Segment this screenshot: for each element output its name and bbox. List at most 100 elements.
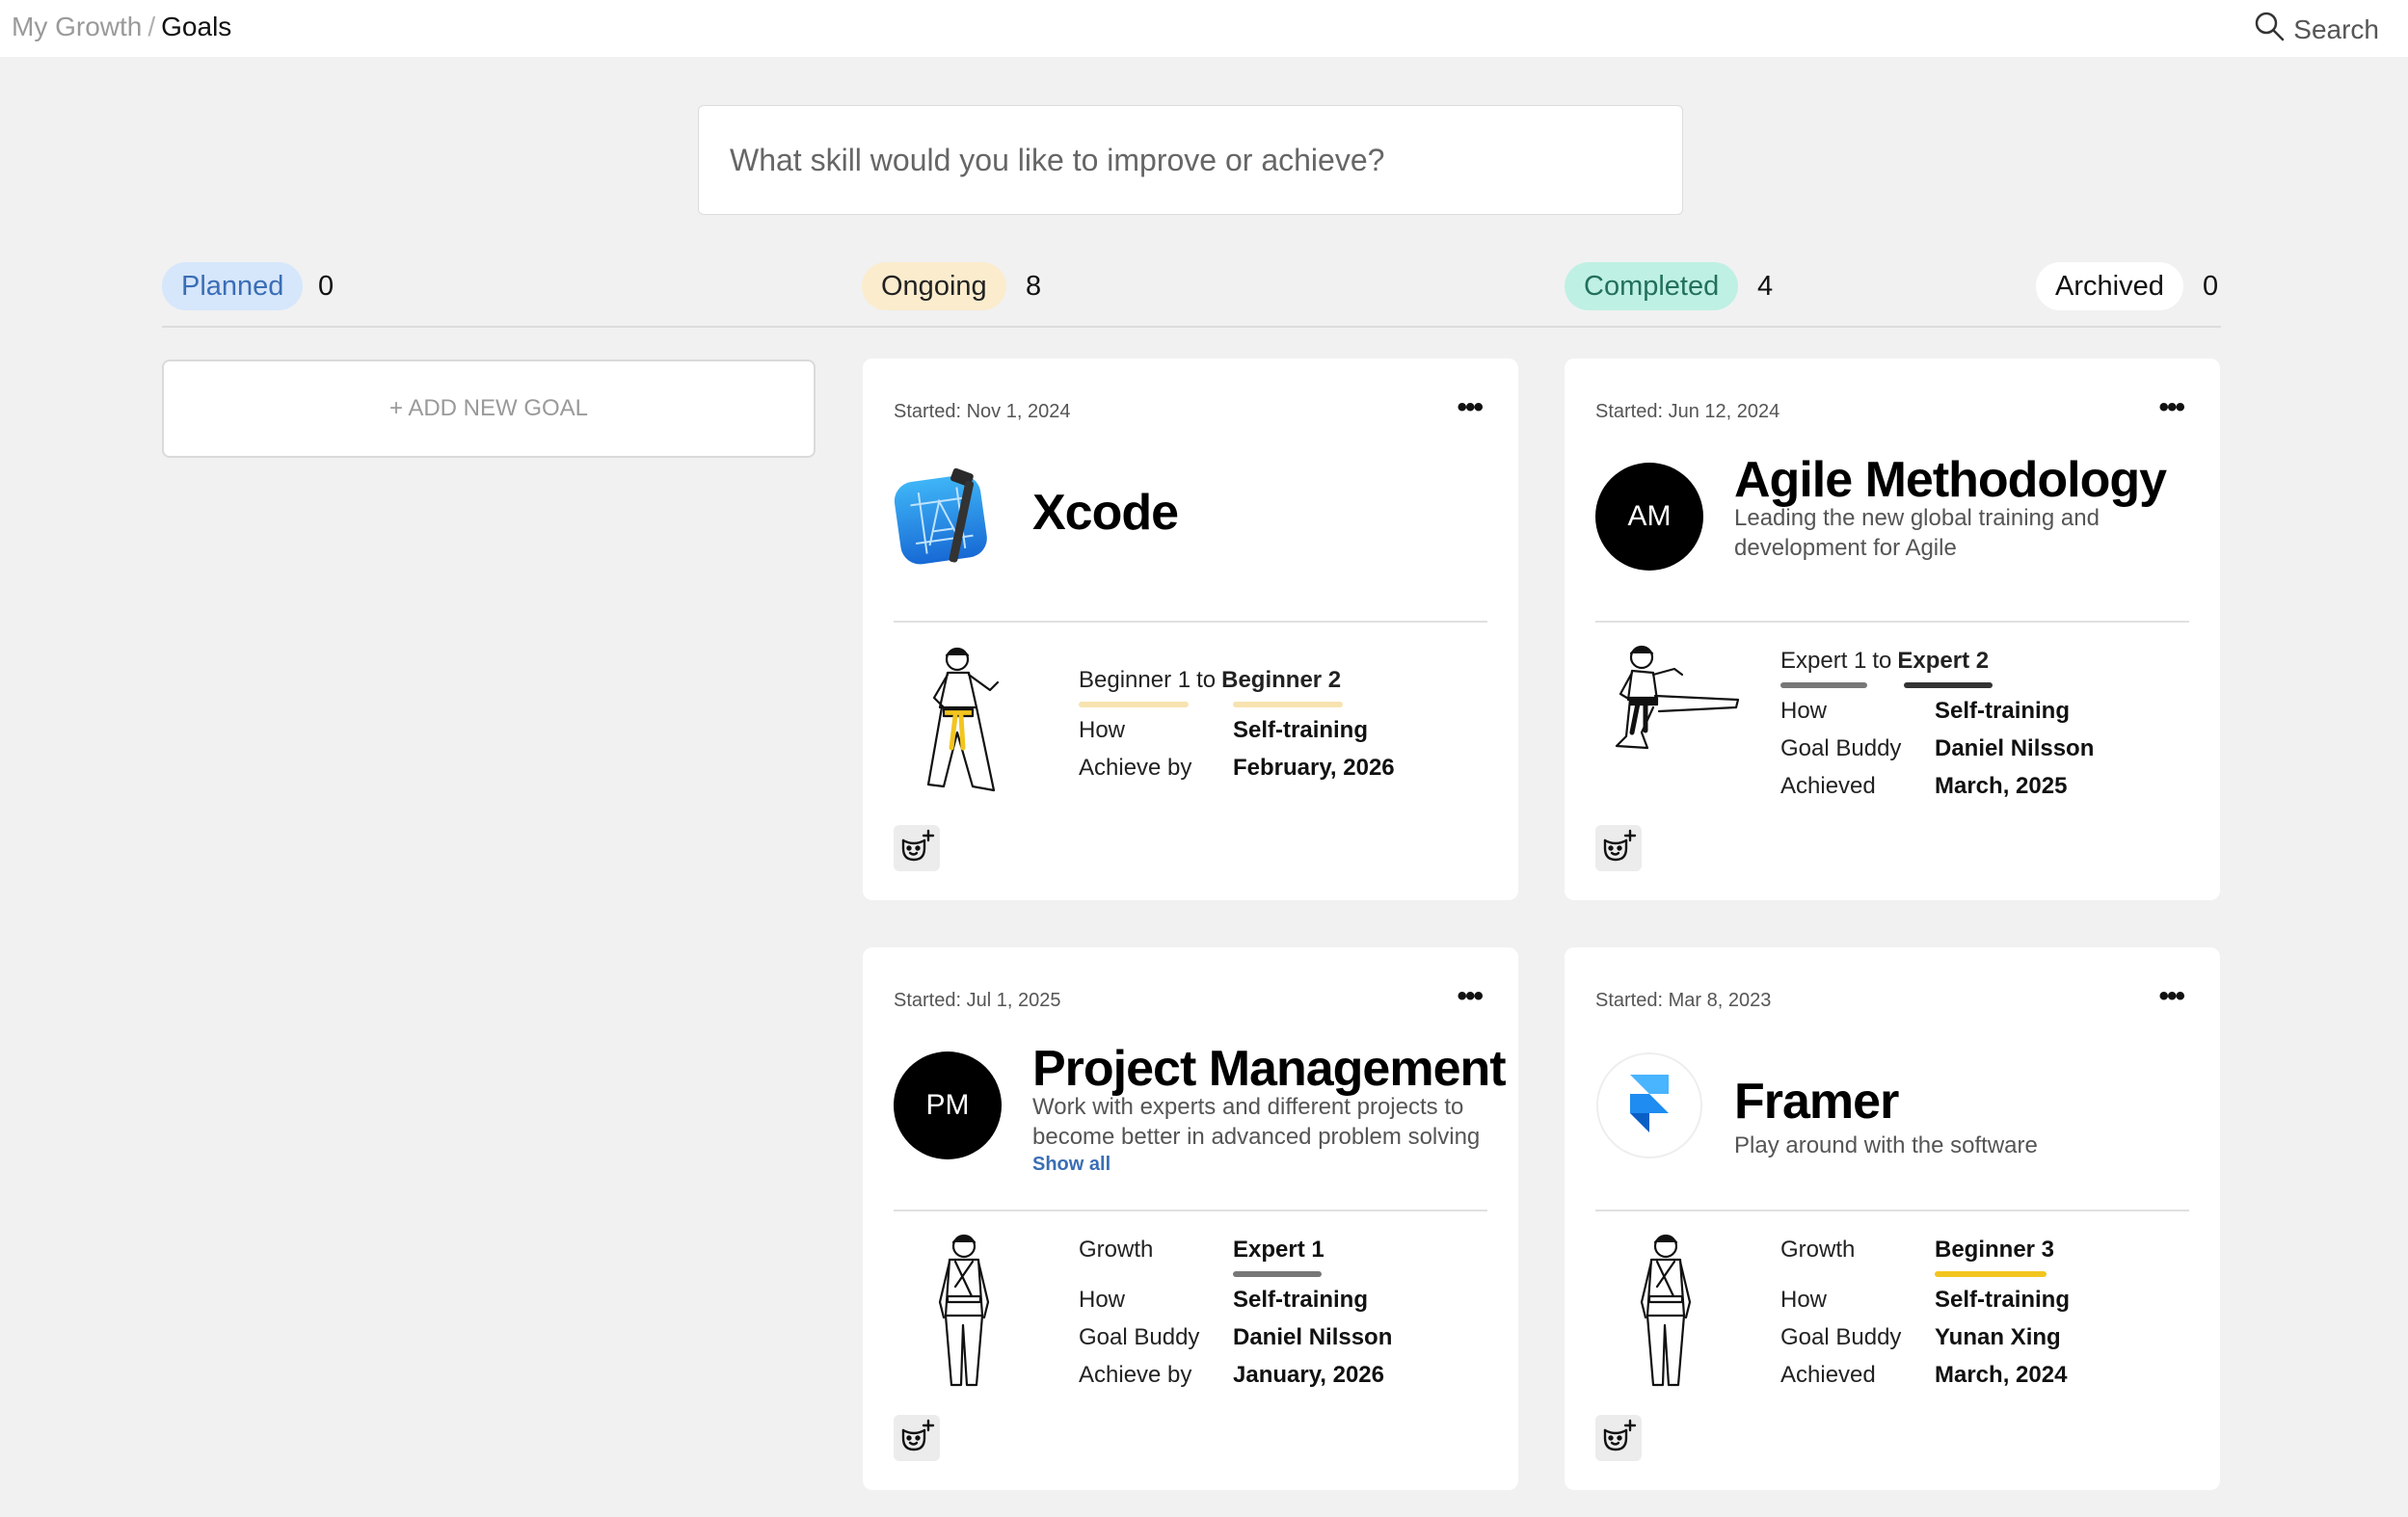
add-buddy-icon [897,827,936,870]
detail-row: Achieve by January, 2026 [1079,1362,1499,1391]
detail-row: Achieved March, 2025 [1780,773,2201,802]
detail-label: Achieve by [1079,755,1192,781]
growth-label: Growth [1079,1237,1154,1263]
growth-bar [1935,1271,2047,1277]
tab-archived[interactable]: Archived [2036,262,2183,310]
goal-title: Xcode [1032,485,1179,541]
started-date: Started: Mar 8, 2023 [1595,990,1772,1011]
card-divider [1595,1210,2189,1211]
status-tabs: Planned 0 Ongoing 8 Completed 4 Archived… [162,262,2221,328]
goal-header: Xcode [894,463,1487,605]
detail-value: March, 2025 [1935,773,2068,799]
detail-value: Self-training [1233,717,1369,743]
detail-label: How [1079,717,1126,743]
karate-figure-icon [901,640,1027,804]
growth-row: Growth Beginner 3 [1780,1237,2201,1277]
add-buddy-icon [1599,1417,1638,1460]
card-divider [894,1210,1487,1211]
ongoing-count: 8 [1026,271,1042,302]
detail-label: How [1780,1287,1828,1313]
framer-icon [1595,1051,1703,1159]
more-options-button[interactable]: ••• [2158,982,2184,1011]
goal-title: Agile Methodology [1734,452,2167,508]
skill-input[interactable] [699,106,1682,214]
card-divider [1595,621,2189,623]
goal-header: AM Agile Methodology Leading the new glo… [1595,452,2189,605]
level-from: Beginner 1 to Beginner 2 [1079,667,1342,693]
started-date: Started: Nov 1, 2024 [894,401,1071,422]
search-button[interactable]: Search [2253,10,2379,49]
goal-card-project-management[interactable]: Started: Jul 1, 2025 ••• PM Project Mana… [863,947,1518,1490]
tab-completed[interactable]: Completed [1565,262,1739,310]
detail-row: How Self-training [1079,717,1499,746]
goal-card-framer[interactable]: Started: Mar 8, 2023 ••• Framer Play aro… [1565,947,2220,1490]
add-buddy-icon [897,1417,936,1460]
add-buddy-icon [1599,827,1638,870]
xcode-icon [894,463,1002,571]
growth-value: Expert 1 [1233,1237,1324,1263]
level-to-bar [1233,702,1343,707]
detail-row: Goal Buddy Daniel Nilsson [1780,735,2201,764]
level-row: Expert 1 to Expert 2 [1780,648,2201,688]
goal-description: Work with experts and different projects… [1032,1094,1481,1150]
tab-ongoing[interactable]: Ongoing [862,262,1006,310]
planned-count: 0 [318,271,334,302]
more-options-button[interactable]: ••• [1457,982,1483,1011]
detail-row: Goal Buddy Daniel Nilsson [1079,1324,1499,1353]
detail-label: Goal Buddy [1079,1324,1200,1350]
level-to: Expert 2 [1897,648,1990,674]
add-buddy-button[interactable] [894,825,940,871]
detail-label: Goal Buddy [1780,1324,1902,1350]
growth-row: Growth Expert 1 [1079,1237,1499,1277]
detail-value: Self-training [1935,698,2071,724]
detail-row: How Self-training [1780,698,2201,727]
goal-description: Play around with the software [1734,1132,2038,1158]
detail-value: Daniel Nilsson [1233,1324,1393,1350]
karate-kick-icon [1603,640,1748,804]
add-new-goal-button[interactable]: + ADD NEW GOAL [162,359,816,458]
detail-label: Achieve by [1079,1362,1192,1388]
add-buddy-button[interactable] [1595,825,1642,871]
detail-value: February, 2026 [1233,755,1395,781]
more-options-button[interactable]: ••• [2158,393,2184,422]
goal-title: Framer [1734,1074,1899,1130]
goal-title: Project Management [1032,1041,1507,1097]
add-buddy-button[interactable] [1595,1415,1642,1461]
goal-card-agile[interactable]: Started: Jun 12, 2024 ••• AM Agile Metho… [1565,359,2220,900]
detail-label: How [1780,698,1828,724]
tab-planned[interactable]: Planned [162,262,304,310]
detail-value: January, 2026 [1233,1362,1384,1388]
level-from: Expert 1 to Expert 2 [1780,648,1990,674]
growth-value: Beginner 3 [1935,1237,2055,1263]
karate-standing-icon [901,1229,1027,1393]
breadcrumb-my-growth[interactable]: My Growth [12,12,142,41]
started-date: Started: Jun 12, 2024 [1595,401,1780,422]
breadcrumb-goals: Goals [161,12,232,41]
detail-value: Yunan Xing [1935,1324,2061,1350]
detail-row: Goal Buddy Yunan Xing [1780,1324,2201,1353]
goal-card-xcode[interactable]: Started: Nov 1, 2024 ••• Xcode Beginner … [863,359,1518,900]
top-bar: My Growth / Goals Search [0,0,2408,57]
started-date: Started: Jul 1, 2025 [894,990,1061,1011]
detail-value: Daniel Nilsson [1935,735,2095,761]
goal-avatar: AM [1595,463,1703,571]
detail-row: How Self-training [1780,1287,2201,1316]
add-buddy-button[interactable] [894,1415,940,1461]
goal-header: Framer Play around with the software [1595,1051,2189,1194]
skill-input-container [698,105,1683,215]
detail-value: March, 2024 [1935,1362,2068,1388]
growth-label: Growth [1780,1237,1856,1263]
level-to-bar [1904,682,1993,688]
detail-label: Achieved [1780,1362,1876,1388]
detail-row: Achieved March, 2024 [1780,1362,2201,1391]
show-all-link[interactable]: Show all [1032,1154,1110,1176]
level-to: Beginner 2 [1221,667,1342,693]
detail-label: Achieved [1780,773,1876,799]
goal-header: PM Project Management Work with experts … [894,1041,1507,1194]
karate-standing-icon [1603,1229,1728,1393]
detail-row: Achieve by February, 2026 [1079,755,1499,784]
completed-count: 4 [1757,271,1774,302]
goal-description: Leading the new global training and deve… [1734,505,2100,561]
more-options-button[interactable]: ••• [1457,393,1483,422]
breadcrumb-separator: / [147,12,156,41]
